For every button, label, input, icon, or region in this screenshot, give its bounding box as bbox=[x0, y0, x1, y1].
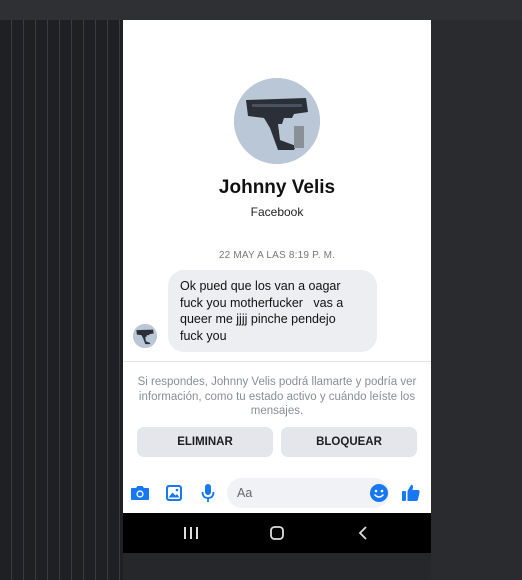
home-icon bbox=[270, 526, 284, 540]
gallery-icon bbox=[166, 485, 182, 501]
profile-avatar[interactable] bbox=[234, 78, 320, 164]
thumbs-up-icon bbox=[402, 484, 420, 501]
back-icon bbox=[358, 526, 367, 540]
window-top-strip bbox=[0, 0, 522, 20]
block-button[interactable]: BLOQUEAR bbox=[281, 427, 417, 457]
home-button[interactable] bbox=[265, 522, 289, 544]
privacy-notice: Si respondes, Johnny Velis podrá llamart… bbox=[137, 376, 417, 417]
divider bbox=[123, 361, 431, 362]
gun-avatar-icon bbox=[133, 324, 157, 348]
message-input[interactable]: Aa bbox=[227, 478, 389, 508]
android-nav-bar bbox=[123, 513, 431, 553]
composer-bar: Aa bbox=[123, 475, 431, 513]
sender-avatar[interactable] bbox=[133, 324, 157, 348]
emoji-icon bbox=[370, 484, 388, 502]
microphone-icon bbox=[201, 484, 215, 502]
gallery-button[interactable] bbox=[162, 481, 186, 505]
recent-apps-button[interactable] bbox=[179, 522, 203, 544]
gun-avatar-icon bbox=[234, 78, 320, 164]
background-right-pane bbox=[431, 20, 522, 580]
delete-button[interactable]: ELIMINAR bbox=[137, 427, 273, 457]
microphone-button[interactable] bbox=[196, 481, 220, 505]
camera-icon bbox=[131, 486, 149, 500]
camera-button[interactable] bbox=[128, 481, 152, 505]
contact-source: Facebook bbox=[250, 205, 304, 219]
contact-name: Johnny Velis bbox=[218, 177, 336, 198]
message-input-placeholder: Aa bbox=[237, 486, 253, 500]
background-stripes bbox=[0, 0, 123, 580]
message-timestamp: 22 MAY A LAS 8:19 P. M. bbox=[218, 250, 336, 261]
emoji-button[interactable] bbox=[367, 481, 391, 505]
like-button[interactable] bbox=[399, 481, 423, 505]
messenger-screen: Johnny Velis Facebook 22 MAY A LAS 8:19 … bbox=[123, 20, 431, 553]
recent-apps-icon bbox=[184, 527, 198, 539]
message-bubble[interactable]: Ok pued que los van a oagar fuck you mot… bbox=[168, 270, 377, 352]
back-button[interactable] bbox=[351, 522, 375, 544]
